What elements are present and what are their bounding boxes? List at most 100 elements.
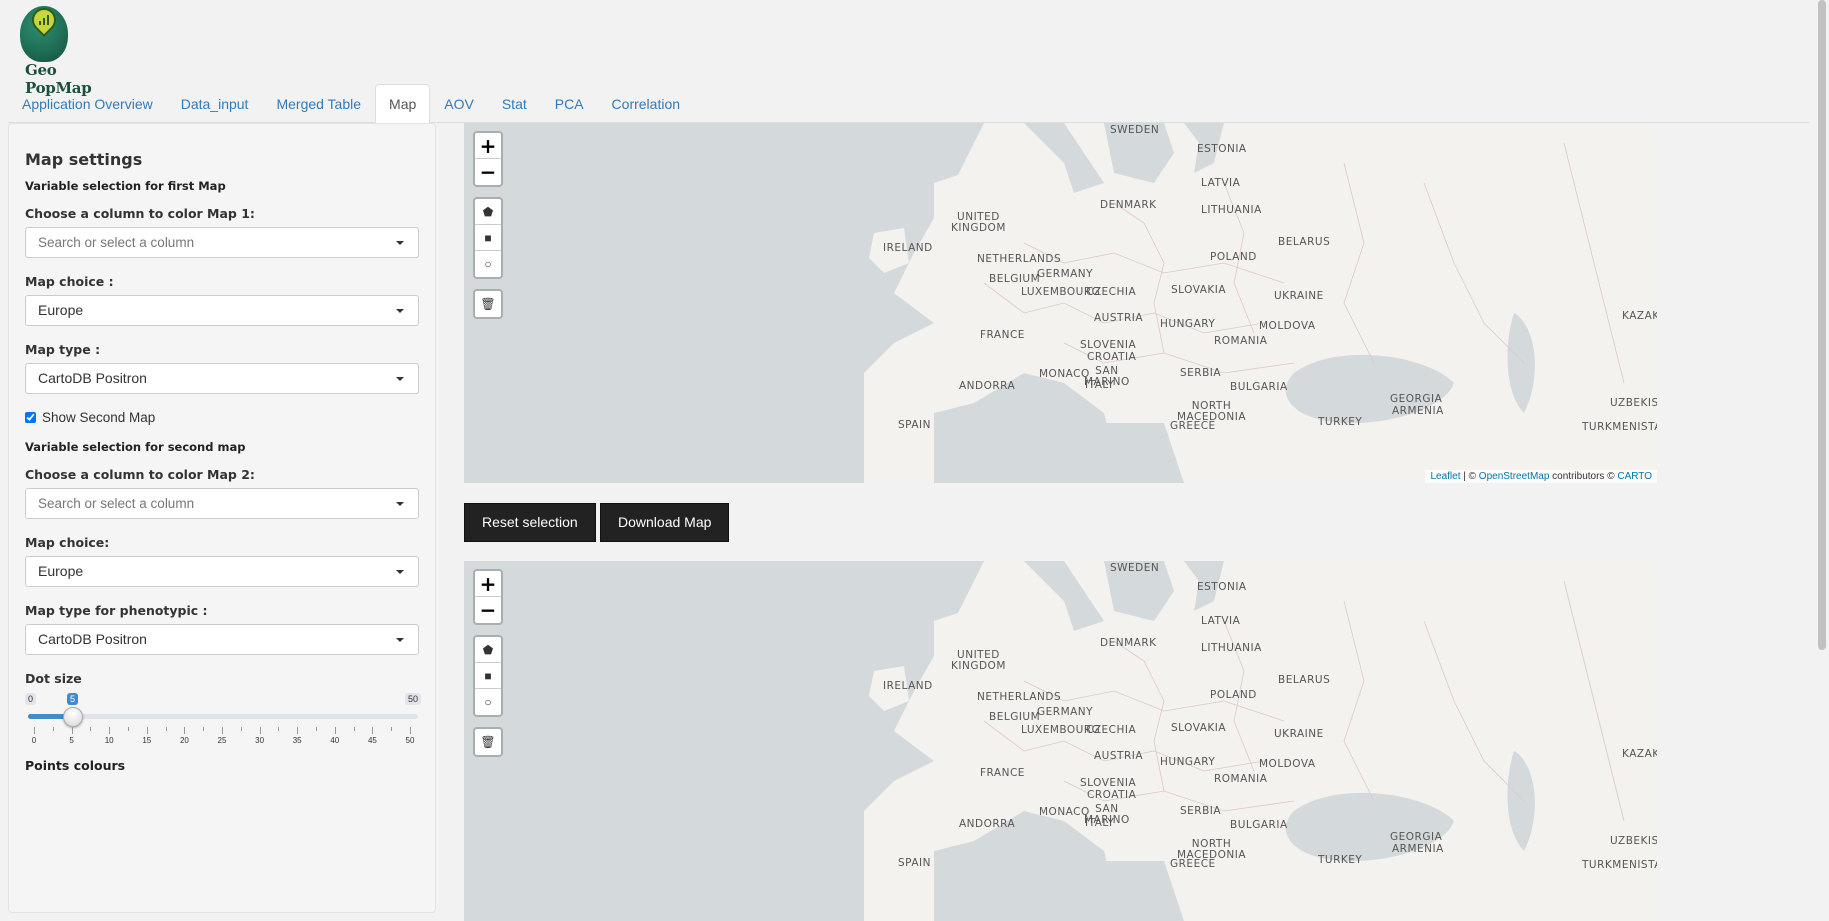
country-label: NETHERLANDS [977,691,1062,703]
slider-tick-label: 5 [69,736,74,745]
map-choice2-select[interactable]: Europe [25,556,419,587]
draw-rectangle-icon[interactable]: ■ [475,225,501,251]
country-label: GREECE [1170,858,1216,870]
dot-size-slider[interactable]: 0 50 5 0 5 10 15 20 25 30 35 40 45 50 [25,693,421,745]
slider-ticks: 0 5 10 15 20 25 30 35 40 45 50 [31,727,414,745]
slider-handle[interactable] [63,707,83,727]
map-choice2-label: Map choice: [25,535,110,550]
color-map2-select[interactable]: Search or select a column [25,488,419,519]
slider-tick [372,727,374,734]
draw-circle-icon[interactable]: ○ [475,251,501,277]
country-label: DENMARK [1100,637,1157,649]
slider-tick-label: 50 [405,736,415,745]
draw-toolbar: ⬟ ■ ○ [473,635,503,717]
map-attribution: Leaflet | © OpenStreetMap contributors ©… [1425,470,1657,483]
map-choice1-select[interactable]: Europe [25,295,419,326]
carto-link[interactable]: CARTO [1617,471,1652,482]
slider-minor-tick [165,727,167,731]
zoom-in-button[interactable]: + [475,571,501,597]
panel-title: Map settings [25,150,143,169]
first-map-heading: Variable selection for first Map [25,179,226,193]
country-label: TURKMENISTAN [1582,859,1657,871]
slider-tick [410,727,411,734]
slider-track[interactable] [28,714,418,719]
delete-trash-icon[interactable]: 🗑 [473,289,503,319]
country-label: ITALY [1085,817,1115,829]
country-label: SLOVENIA [1080,777,1137,789]
color-map1-select[interactable]: Search or select a column [25,227,419,258]
draw-polygon-icon[interactable]: ⬟ [475,199,501,225]
color-map1-label: Choose a column to color Map 1: [25,206,255,221]
country-label: SWEDEN [1110,124,1160,136]
tab-stat[interactable]: Stat [488,84,541,123]
country-label: DENMARK [1100,199,1157,211]
tab-map[interactable]: Map [375,84,431,124]
draw-polygon-icon[interactable]: ⬟ [475,637,501,663]
slider-tick-label: 20 [179,736,189,745]
show-second-map-input[interactable] [25,412,36,423]
chevron-down-icon [396,570,404,574]
osm-link[interactable]: OpenStreetMap [1479,471,1550,482]
country-label: BELGIUM [989,273,1041,285]
tab-correlation[interactable]: Correlation [598,84,694,123]
show-second-map-checkbox[interactable]: Show Second Map [25,410,155,425]
country-label: BELARUS [1278,236,1331,248]
country-label: KAZAKHS [1622,310,1657,322]
country-label: IRELAND [883,242,933,254]
country-label: UKRAINE [1274,290,1324,302]
download-map-button[interactable]: Download Map [600,503,730,542]
tab-aov[interactable]: AOV [430,84,488,123]
country-label: CZECHIA [1086,286,1137,298]
page-scrollbar[interactable] [1815,0,1829,903]
country-label: ROMANIA [1214,335,1268,347]
reset-selection-button[interactable]: Reset selection [464,503,596,542]
country-label: SPAIN [898,857,931,869]
map-1[interactable]: + − ⬟ ■ ○ 🗑 SWEDEN ESTONIA LATVIA DENMARK LI… [464,123,1657,483]
tab-application-overview[interactable]: Application Overview [8,84,167,123]
country-label: BULGARIA [1230,819,1288,831]
slider-tick-label: 45 [367,736,377,745]
tab-pca[interactable]: PCA [541,84,598,123]
country-label: ESTONIA [1197,581,1247,593]
country-label: SLOVENIA [1080,339,1137,351]
map-type2-select[interactable]: CartoDB Positron [25,624,419,655]
country-label: SERBIA [1180,367,1222,379]
chevron-down-icon [396,377,404,381]
slider-tick [334,727,336,734]
draw-rectangle-icon[interactable]: ■ [475,663,501,689]
map-type1-select[interactable]: CartoDB Positron [25,363,419,394]
country-label: ROMANIA [1214,773,1268,785]
map-2[interactable]: + − ⬟ ■ ○ 🗑 SWEDEN ESTONIA LATVIA DENMARK LI… [464,561,1657,921]
country-label: FRANCE [980,767,1025,779]
zoom-control: + − [473,569,503,625]
map-choice1-value: Europe [38,302,84,318]
slider-minor-tick [353,727,355,731]
zoom-out-button[interactable]: − [475,597,501,623]
delete-trash-icon[interactable]: 🗑 [473,727,503,757]
tab-merged-table[interactable]: Merged Table [262,84,375,123]
map-settings-panel: Map settings Variable selection for firs… [8,123,436,913]
chevron-down-icon [396,502,404,506]
country-label: ITALY [1085,379,1115,391]
country-label: GERMANY [1037,706,1094,718]
slider-tick-label: 35 [292,736,302,745]
country-label: KAZAKHS [1622,748,1657,760]
slider-tick [222,727,223,734]
scrollbar-thumb[interactable] [1818,0,1826,650]
chevron-down-icon [396,309,404,313]
color-map2-placeholder: Search or select a column [38,496,195,511]
country-label: GEORGIA [1390,831,1443,843]
draw-circle-icon[interactable]: ○ [475,689,501,715]
leaflet-link[interactable]: Leaflet [1430,471,1460,482]
color-map2-label: Choose a column to color Map 2: [25,467,255,482]
slider-tick-label: 25 [217,736,227,745]
country-label: SERBIA [1180,805,1222,817]
zoom-in-button[interactable]: + [475,133,501,159]
country-label: GREECE [1170,420,1216,432]
slider-minor-tick [128,727,129,731]
zoom-out-button[interactable]: − [475,159,501,185]
slider-tick-label: 0 [31,736,37,745]
slider-tick [297,727,299,734]
tab-data-input[interactable]: Data_input [167,84,263,123]
slider-value-label: 5 [67,693,79,705]
